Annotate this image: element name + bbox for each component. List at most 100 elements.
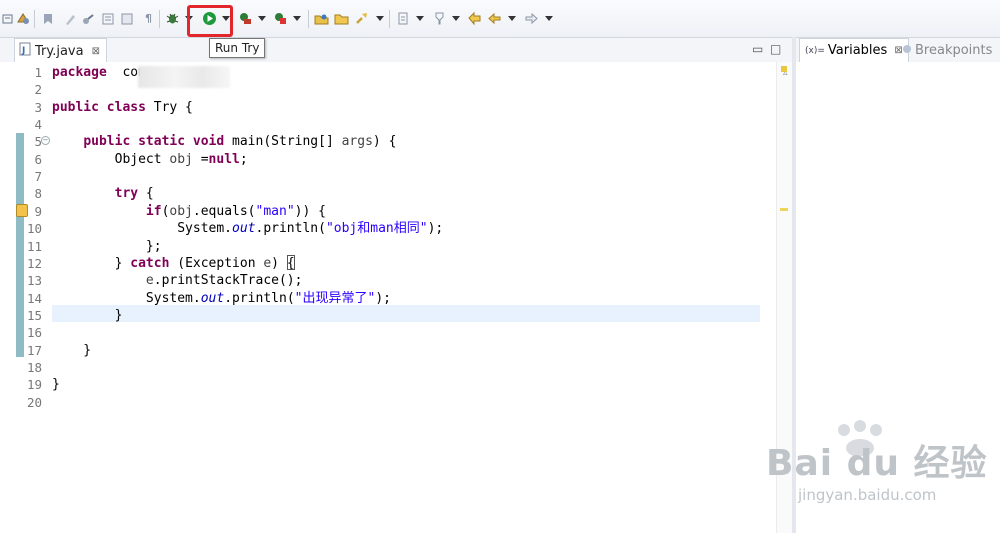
code-line[interactable]: }; xyxy=(52,238,162,255)
tab-label: Try.java xyxy=(35,43,84,59)
code-token: catch xyxy=(130,255,170,271)
back-icon[interactable] xyxy=(487,11,502,26)
code-token: "出现异常了" xyxy=(294,290,376,306)
variables-tab-label: Variables xyxy=(827,43,888,58)
package-name-blur xyxy=(138,66,230,88)
code-token: null xyxy=(208,151,240,167)
code-line[interactable]: } xyxy=(52,307,123,324)
code-line[interactable]: } catch (Exception e) { xyxy=(52,255,295,272)
code-token: try xyxy=(114,186,139,202)
code-token: args xyxy=(341,134,373,150)
editor-tabbar: J Try.java ⊠ ▭ □ xyxy=(0,38,792,63)
line-number: 20 xyxy=(26,394,42,410)
warning-marker-icon[interactable] xyxy=(16,204,28,217)
code-line[interactable]: } xyxy=(52,342,91,359)
tab-breakpoints[interactable]: Breakpoints xyxy=(902,38,992,62)
code-token: (Exception xyxy=(169,255,264,271)
external-tools-icon[interactable] xyxy=(273,11,288,26)
code-token: { xyxy=(138,186,154,202)
matching-bracket-box xyxy=(287,255,295,270)
search-icon[interactable] xyxy=(354,11,369,26)
line-number: 10 xyxy=(26,221,42,237)
code-line[interactable]: public static void main(String[] args) { xyxy=(52,133,396,150)
show-whitespace-icon[interactable] xyxy=(100,11,115,26)
open-folder-icon[interactable] xyxy=(334,11,349,26)
line-number: 2 xyxy=(34,82,42,98)
run-tooltip: Run Try xyxy=(209,38,266,58)
tab-variables[interactable]: (x)= Variables ⊠ xyxy=(799,38,909,62)
open-type-icon[interactable] xyxy=(0,11,15,26)
code-line[interactable]: System.out.println("obj和man相同"); xyxy=(52,220,443,237)
code-token: = xyxy=(192,151,209,167)
run-button-highlight xyxy=(187,5,233,37)
next-annotation-icon[interactable] xyxy=(62,11,77,26)
toggle-mark-icon[interactable] xyxy=(40,11,55,26)
close-tab-icon[interactable]: ⊠ xyxy=(92,46,100,57)
breakpoints-icon xyxy=(902,43,912,58)
coverage-icon[interactable] xyxy=(238,11,253,26)
maximize-icon[interactable]: □ xyxy=(770,42,781,56)
external-tools-dropdown-icon[interactable] xyxy=(293,16,301,21)
debug-views-tabbar: (x)= Variables ⊠ Breakpoints xyxy=(796,38,1000,63)
code-token: ); xyxy=(375,290,391,306)
code-token: } xyxy=(52,342,92,358)
minimize-icon[interactable]: ▭ xyxy=(752,42,763,56)
line-number: 6 xyxy=(34,151,42,167)
code-token: .equals( xyxy=(192,203,256,219)
java-file-icon: J xyxy=(19,42,31,60)
line-number: 13 xyxy=(26,273,42,289)
last-edit-icon[interactable] xyxy=(467,11,482,26)
code-token: Object xyxy=(52,151,170,167)
code-token: } xyxy=(52,307,123,323)
fold-collapse-icon[interactable]: − xyxy=(41,136,50,145)
coverage-dropdown-icon[interactable] xyxy=(258,16,266,21)
code-line[interactable]: if(obj.equals("man")) { xyxy=(52,203,326,220)
prev-annotation-icon[interactable] xyxy=(80,11,95,26)
pilcrow-icon[interactable]: ¶ xyxy=(141,11,156,26)
tab-try-java[interactable]: J Try.java ⊠ xyxy=(14,38,107,63)
code-line[interactable]: try { xyxy=(52,185,154,202)
forward-dropdown-icon[interactable] xyxy=(545,16,553,21)
open-task-icon[interactable] xyxy=(16,11,31,26)
warning-overview-icon[interactable] xyxy=(780,208,788,211)
code-line[interactable]: public class Try { xyxy=(52,99,193,116)
code-token: obj xyxy=(169,151,193,167)
next-edit-dropdown-icon[interactable] xyxy=(416,16,424,21)
pin-editor-icon[interactable] xyxy=(432,11,447,26)
debug-icon[interactable] xyxy=(165,11,180,26)
code-token: public class xyxy=(52,99,146,115)
block-selection-icon[interactable] xyxy=(119,11,134,26)
new-java-project-icon[interactable] xyxy=(314,11,329,26)
code-token: System. xyxy=(52,290,201,306)
code-token: obj xyxy=(169,203,193,219)
code-line[interactable]: } xyxy=(52,376,60,393)
code-token: }; xyxy=(52,238,162,254)
code-token: public static void xyxy=(83,134,225,150)
next-edit-icon[interactable] xyxy=(396,11,411,26)
forward-icon[interactable] xyxy=(524,11,539,26)
code-token: out xyxy=(232,221,256,237)
code-token: e xyxy=(145,273,154,289)
line-number: 12 xyxy=(26,255,42,271)
search-dropdown-icon[interactable] xyxy=(376,16,384,21)
code-token: System. xyxy=(52,221,233,237)
code-line[interactable]: Object obj =null; xyxy=(52,151,248,168)
code-token: .println( xyxy=(224,290,295,306)
back-dropdown-icon[interactable] xyxy=(508,16,516,21)
main-toolbar: ¶ xyxy=(0,0,1000,38)
code-line[interactable]: e.printStackTrace(); xyxy=(52,272,303,289)
pin-dropdown-icon[interactable] xyxy=(452,16,460,21)
line-number: 5 xyxy=(34,134,42,150)
watermark-url: jingyan.baidu.com xyxy=(798,486,937,504)
overview-marker-icon[interactable] xyxy=(781,66,787,72)
code-line[interactable]: System.out.println("出现异常了"); xyxy=(52,290,391,307)
line-number-gutter: 1 2 3 4 5 6 7 8 9 10 11 12 13 14 15 16 17 18 19 20 xyxy=(24,62,50,533)
code-token: ) { xyxy=(372,134,397,150)
code-token: "obj和man相同" xyxy=(325,221,428,237)
code-token: e xyxy=(263,255,272,271)
code-line[interactable]: package com xyxy=(52,64,146,81)
